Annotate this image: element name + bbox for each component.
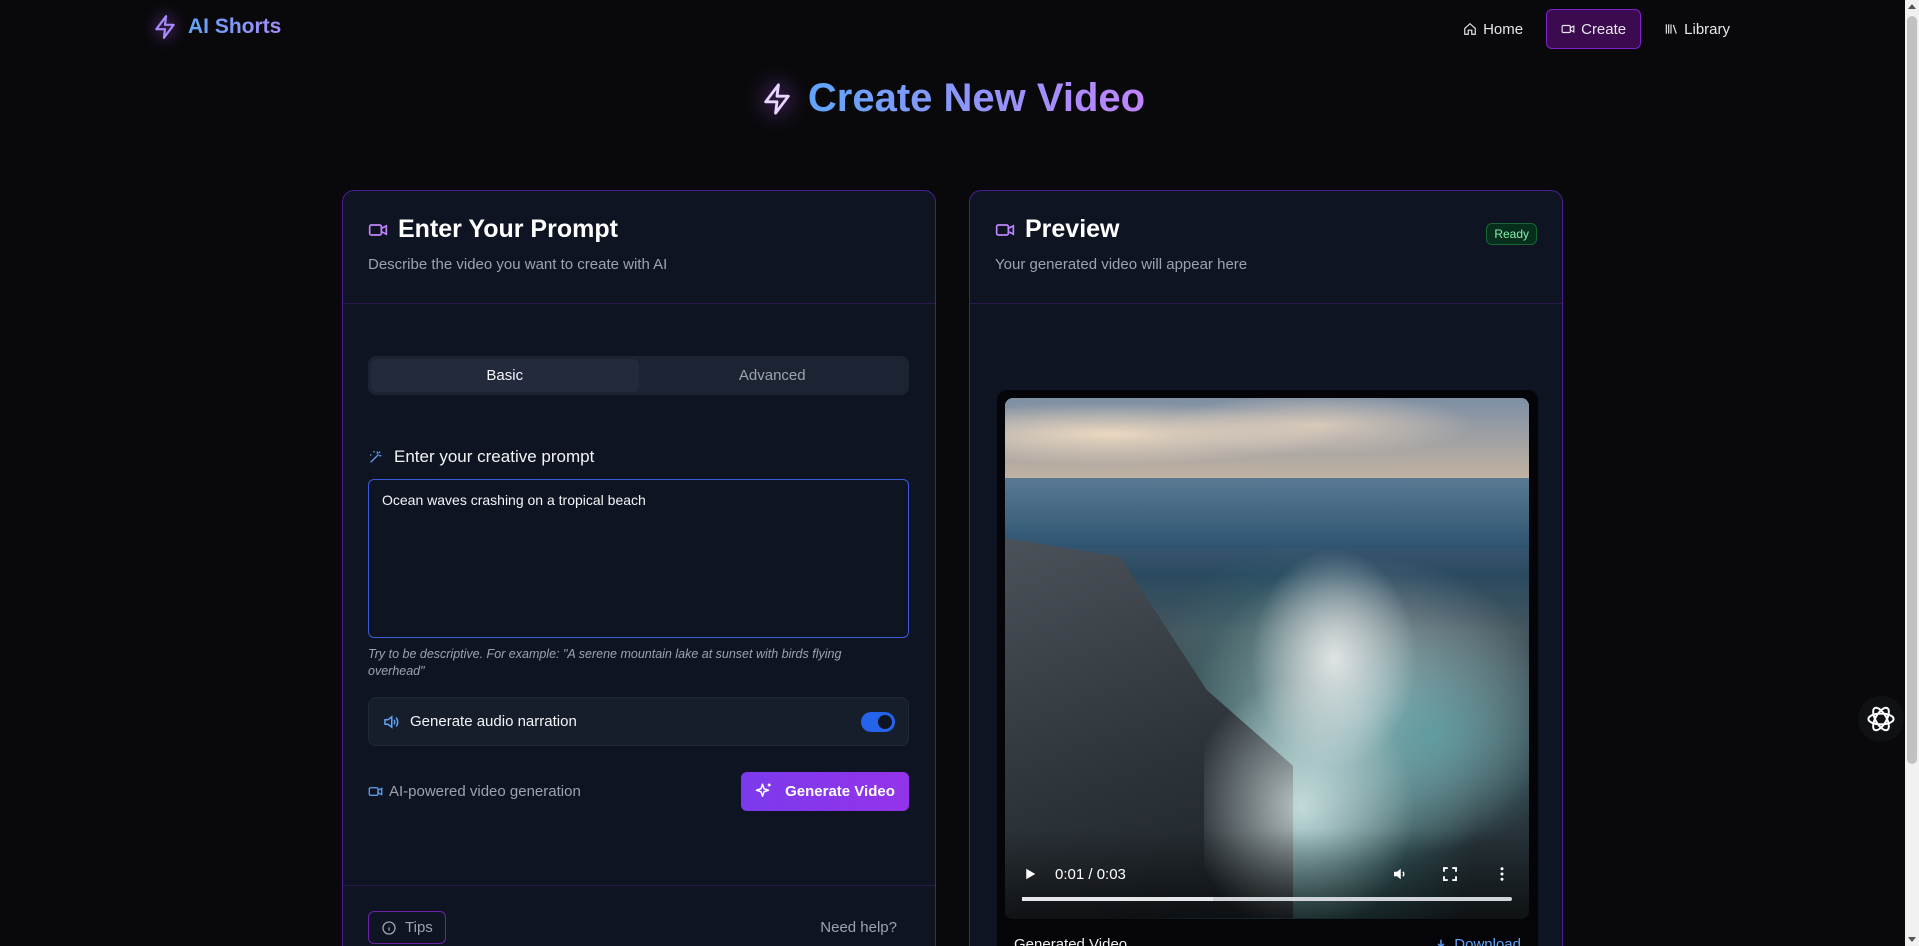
page-scrollbar[interactable] <box>1905 0 1919 946</box>
tab-basic[interactable]: Basic <box>371 359 639 392</box>
download-label: Download <box>1454 936 1521 946</box>
generate-video-label: Generate Video <box>785 782 895 800</box>
assistant-widget-button[interactable] <box>1858 696 1904 742</box>
nav-link-home[interactable]: Home <box>1448 9 1538 49</box>
logo-text: AI Shorts <box>188 15 282 38</box>
download-icon <box>1437 939 1445 946</box>
video-time: 0:01 / 0:03 <box>1055 865 1126 883</box>
lightning-icon <box>155 15 175 39</box>
prompt-label: Enter your creative prompt <box>368 447 594 467</box>
nav-link-label: Create <box>1581 20 1627 38</box>
preview-card-header: Preview Your generated video will appear… <box>970 191 1562 304</box>
prompt-card-title: Enter Your Prompt <box>368 215 910 244</box>
play-icon <box>1026 868 1036 880</box>
need-help-link[interactable]: Need help? <box>820 919 897 936</box>
toggle-knob <box>878 714 892 729</box>
page-title-text: Create New Video <box>807 76 1146 120</box>
nav-link-label: Library <box>1684 20 1730 38</box>
more-vertical-icon <box>1500 867 1504 881</box>
nav-links: Home Create Library <box>1448 9 1745 49</box>
fullscreen-icon <box>1443 867 1457 881</box>
generate-row: AI-powered video generation Generate Vid… <box>368 771 909 811</box>
video-caption: Generated Video <box>1014 936 1128 946</box>
top-nav: AI Shorts Home Create Library <box>0 0 1905 56</box>
assistant-logo-icon <box>1867 706 1895 732</box>
sparkles-icon <box>755 783 771 797</box>
tips-button[interactable]: Tips <box>368 911 446 944</box>
lightning-icon <box>764 82 790 115</box>
ai-note-text: AI-powered video generation <box>389 782 581 800</box>
audio-narration-toggle[interactable] <box>861 711 895 732</box>
volume-icon <box>1394 868 1405 880</box>
generate-video-button[interactable]: Generate Video <box>741 771 909 811</box>
video-icon <box>1561 24 1575 34</box>
prompt-card-subtitle: Describe the video you want to create wi… <box>368 256 668 273</box>
prompt-hint: Try to be descriptive. For example: "A s… <box>368 647 842 678</box>
preview-card-subtitle: Your generated video will appear here <box>995 256 1248 273</box>
speaker-icon <box>384 714 399 729</box>
video-icon <box>995 223 1015 236</box>
play-button[interactable] <box>1021 865 1039 883</box>
logo[interactable]: AI Shorts <box>152 14 281 40</box>
home-icon <box>1464 22 1476 35</box>
scroll-up-arrow-icon[interactable] <box>1908 4 1916 9</box>
library-icon <box>1665 24 1677 34</box>
prompt-card: Enter Your Prompt Describe the video you… <box>342 190 936 946</box>
preview-card-title-text: Preview <box>1025 215 1120 243</box>
audio-narration-label: Generate audio narration <box>410 713 577 730</box>
video-progress-bar[interactable] <box>1022 897 1512 901</box>
page-title: Create New Video <box>0 76 1905 121</box>
preview-card-title: Preview <box>995 215 1537 244</box>
video-progress-played <box>1022 897 1214 901</box>
video-frame-sky <box>1005 398 1529 488</box>
scroll-thumb[interactable] <box>1907 16 1917 764</box>
fullscreen-button[interactable] <box>1441 865 1459 883</box>
status-badge: Ready <box>1486 223 1537 245</box>
preview-card: Preview Your generated video will appear… <box>969 190 1563 946</box>
scroll-down-arrow-icon[interactable] <box>1908 937 1916 942</box>
more-options-button[interactable] <box>1493 865 1511 883</box>
video-container: 0:01 / 0:03 Generated Video Download <box>997 390 1538 946</box>
prompt-label-text: Enter your creative prompt <box>394 447 595 466</box>
ai-note: AI-powered video generation <box>368 783 581 800</box>
prompt-input[interactable] <box>368 479 909 638</box>
video-player[interactable]: 0:01 / 0:03 <box>1005 398 1529 919</box>
info-icon <box>382 920 396 935</box>
download-link[interactable]: Download <box>1434 936 1521 946</box>
video-icon <box>368 223 388 236</box>
audio-narration-row: Generate audio narration <box>368 697 909 746</box>
nav-link-create[interactable]: Create <box>1546 9 1642 49</box>
nav-link-label: Home <box>1483 20 1524 38</box>
video-icon <box>368 786 383 796</box>
video-frame-sea <box>1005 478 1529 548</box>
prompt-card-footer-divider <box>343 885 935 886</box>
prompt-mode-tabs: Basic Advanced <box>368 356 909 395</box>
mute-button[interactable] <box>1391 865 1409 883</box>
prompt-card-title-text: Enter Your Prompt <box>398 215 618 243</box>
magic-wand-icon <box>370 451 382 463</box>
tab-advanced[interactable]: Advanced <box>639 359 907 392</box>
tips-label: Tips <box>405 919 433 936</box>
prompt-card-header: Enter Your Prompt Describe the video you… <box>343 191 935 304</box>
nav-link-library[interactable]: Library <box>1649 9 1745 49</box>
